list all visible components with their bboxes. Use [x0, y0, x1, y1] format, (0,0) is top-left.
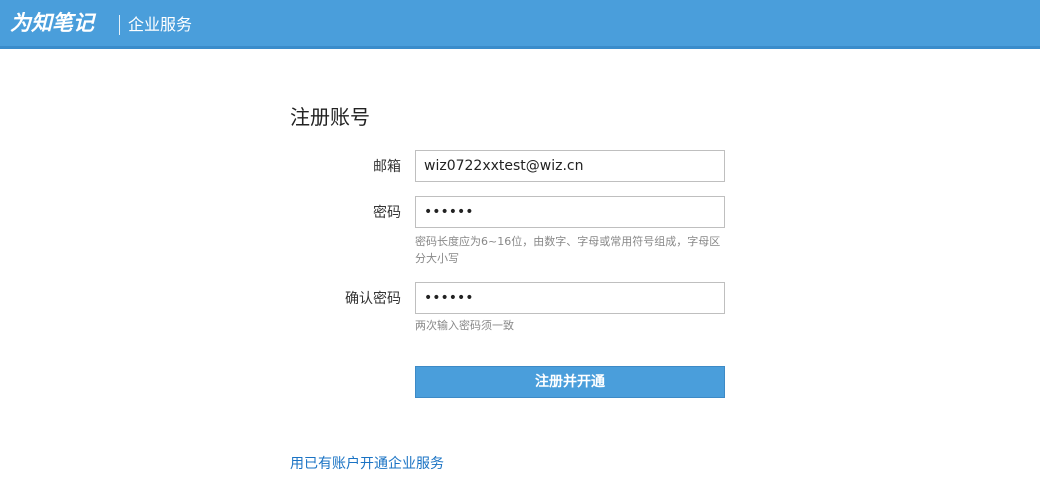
register-submit-button[interactable]: 注册并开通: [415, 366, 725, 398]
brand-divider: [119, 15, 120, 35]
confirm-password-hint: 两次输入密码须一致: [415, 319, 514, 332]
email-label: 邮箱: [373, 159, 401, 175]
existing-account-link[interactable]: 用已有账户开通企业服务: [290, 455, 444, 473]
page-title: 注册账号: [290, 105, 370, 129]
confirm-password-label: 确认密码: [345, 291, 401, 307]
password-hint: 密码长度应为6~16位，由数字、字母或常用符号组成，字母区分大小写: [415, 235, 721, 265]
confirm-password-field[interactable]: [415, 282, 725, 314]
password-field[interactable]: [415, 196, 725, 228]
brand-logo[interactable]: 为知笔记: [10, 9, 94, 37]
section-title: 企业服务: [128, 15, 193, 34]
password-label: 密码: [373, 205, 401, 221]
top-header-bar: 为知笔记 企业服务: [0, 0, 1040, 49]
email-field[interactable]: [415, 150, 725, 182]
